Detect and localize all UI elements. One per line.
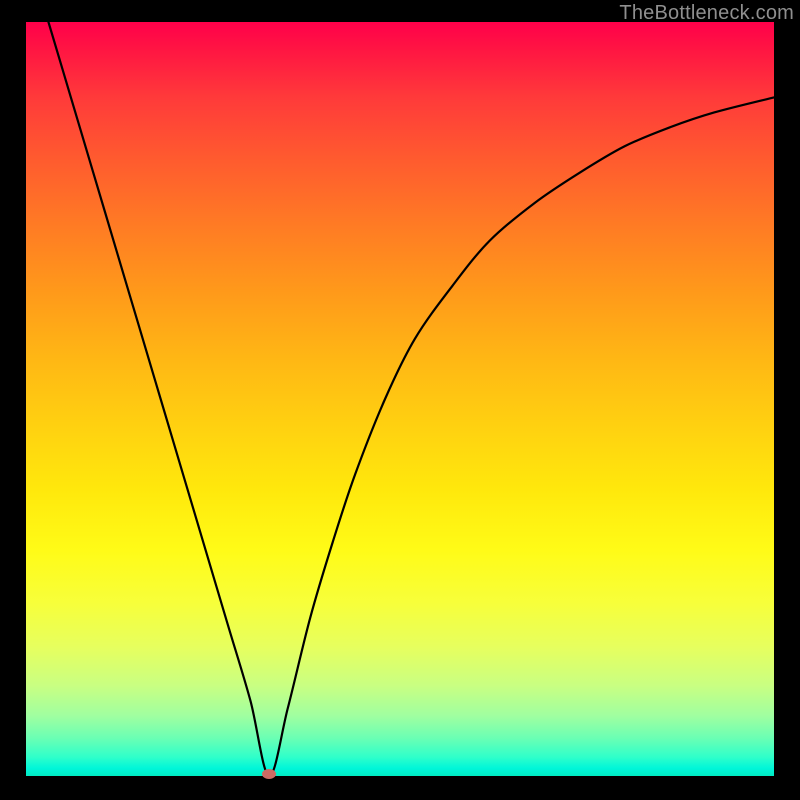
plot-area (26, 22, 774, 776)
curve-svg (26, 22, 774, 776)
bottleneck-curve (48, 22, 774, 776)
attribution-label: TheBottleneck.com (619, 2, 794, 25)
optimal-point-marker (262, 769, 276, 779)
chart-frame: TheBottleneck.com (0, 0, 800, 800)
